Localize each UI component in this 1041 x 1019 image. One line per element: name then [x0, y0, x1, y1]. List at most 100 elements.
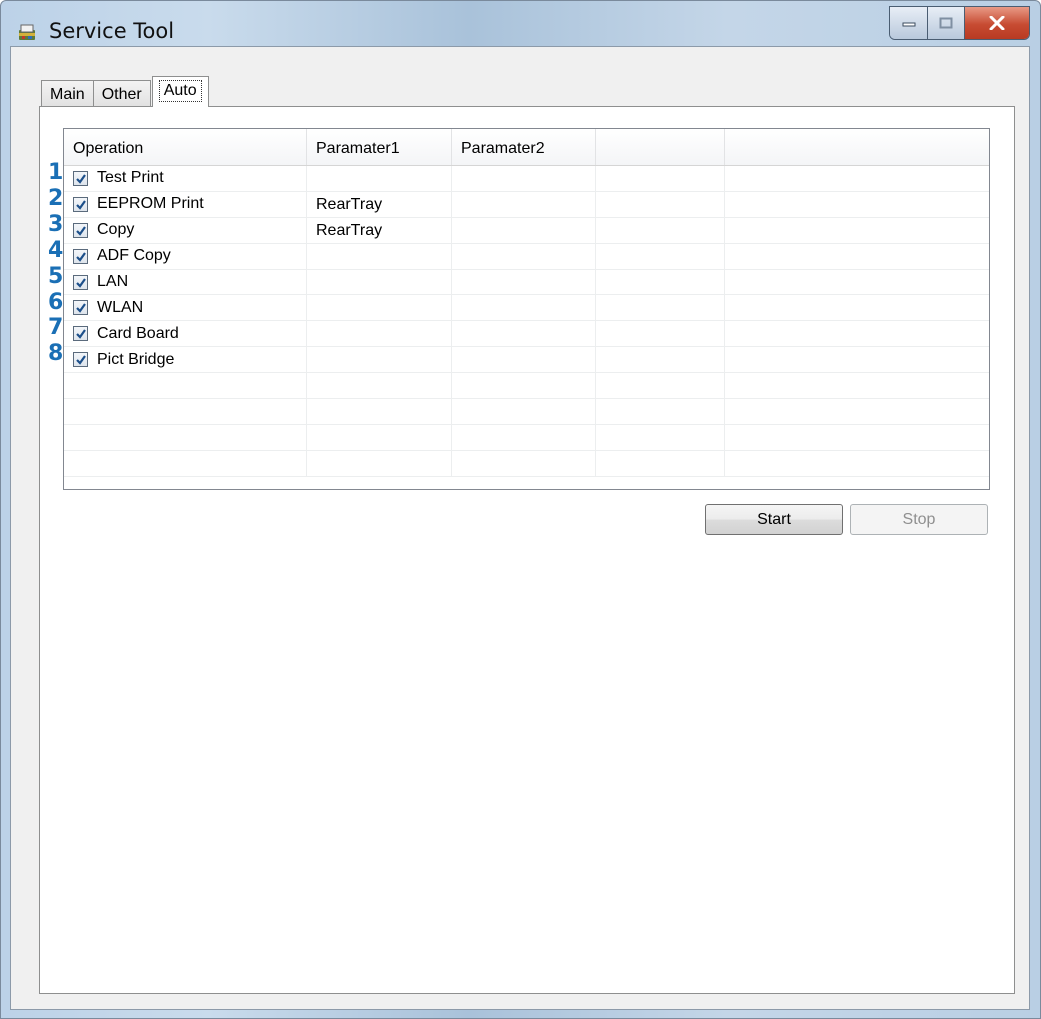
operation-label: Pict Bridge [97, 350, 175, 368]
operation-cell: Copy [64, 217, 307, 243]
row-checkbox[interactable] [73, 326, 88, 342]
column-header-paramater2[interactable]: Paramater2 [452, 129, 596, 165]
paramater1-cell [307, 424, 452, 450]
row-number-label: 3 [48, 211, 64, 237]
tab-strip: Main Other Auto [41, 76, 209, 107]
client-area: Main Other Auto Operation Paramater1 Par… [10, 46, 1030, 1010]
empty-row [64, 399, 989, 425]
empty-cell [725, 321, 989, 346]
table-row[interactable]: EEPROM Print RearTray [64, 191, 989, 218]
empty-cell [596, 243, 725, 269]
list-header: Operation Paramater1 Paramater2 [64, 129, 989, 166]
operation-cell [64, 373, 307, 399]
paramater2-cell [452, 191, 596, 217]
empty-cell [725, 399, 989, 424]
operation-label: EEPROM Print [97, 195, 204, 213]
operation-label: Copy [97, 221, 135, 239]
column-header-empty-2[interactable] [725, 129, 989, 165]
paramater1-cell [307, 373, 452, 399]
close-button[interactable] [965, 7, 1029, 39]
empty-cell [725, 218, 989, 243]
operation-label: ADF Copy [97, 247, 171, 265]
empty-cell [725, 451, 989, 476]
row-number-label: 7 [48, 315, 64, 341]
tab-main-label: Main [50, 86, 85, 103]
paramater2-cell [452, 166, 596, 191]
operation-cell [64, 424, 307, 450]
paramater1-cell: RearTray [307, 191, 452, 217]
table-row[interactable]: Card Board [64, 321, 989, 348]
table-row[interactable]: Pict Bridge [64, 347, 989, 374]
paramater1-cell [307, 166, 452, 191]
table-row[interactable]: Test Print [64, 166, 989, 192]
empty-cell [596, 424, 725, 450]
empty-cell [596, 347, 725, 373]
row-checkbox[interactable] [73, 300, 88, 316]
empty-row [64, 424, 989, 451]
app-icon[interactable] [16, 21, 38, 43]
minimize-button[interactable] [890, 7, 928, 39]
paramater2-cell [452, 295, 596, 321]
tab-main[interactable]: Main [41, 80, 94, 107]
tab-auto-label: Auto [158, 80, 202, 102]
operation-cell: LAN [64, 269, 307, 295]
column-header-empty-1[interactable] [596, 129, 725, 165]
row-number-label: 4 [48, 237, 64, 263]
check-icon [76, 355, 86, 365]
start-button[interactable]: Start [705, 504, 843, 535]
paramater1-cell [307, 269, 452, 295]
row-checkbox[interactable] [73, 274, 88, 290]
paramater2-cell [452, 217, 596, 243]
paramater1-cell [307, 399, 452, 424]
maximize-icon [939, 17, 953, 29]
paramater2-cell [452, 243, 596, 269]
empty-cell [725, 166, 989, 191]
empty-cell [725, 270, 989, 295]
row-checkbox[interactable] [73, 196, 88, 212]
service-tool-window: Service Tool Main Other Auto Operation P… [0, 0, 1041, 1019]
empty-row [64, 450, 989, 477]
paramater2-cell [452, 269, 596, 295]
paramater2-cell [452, 373, 596, 399]
empty-cell [596, 166, 725, 191]
empty-cell [596, 269, 725, 295]
empty-cell [725, 244, 989, 269]
row-number-label: 5 [48, 263, 64, 289]
row-checkbox[interactable] [73, 248, 88, 264]
empty-row [64, 373, 989, 400]
auto-tab-panel: Operation Paramater1 Paramater2 Test Pri… [39, 106, 1015, 994]
table-row[interactable]: Copy RearTray [64, 217, 989, 244]
empty-cell [725, 192, 989, 217]
operation-cell: Test Print [64, 166, 307, 191]
check-icon [76, 200, 86, 210]
operation-label: LAN [97, 273, 129, 291]
table-row[interactable]: WLAN [64, 295, 989, 322]
operation-cell: Pict Bridge [64, 347, 307, 373]
operation-cell: Card Board [64, 321, 307, 347]
paramater2-cell [452, 450, 596, 476]
empty-cell [725, 373, 989, 398]
maximize-button[interactable] [928, 7, 965, 39]
check-icon [76, 329, 86, 339]
operation-list[interactable]: Operation Paramater1 Paramater2 Test Pri… [63, 128, 990, 490]
check-icon [76, 277, 86, 288]
stop-button[interactable]: Stop [850, 504, 988, 535]
operation-label: Card Board [97, 324, 179, 342]
tab-other[interactable]: Other [92, 80, 151, 107]
row-checkbox[interactable] [73, 222, 88, 238]
close-icon [989, 16, 1005, 30]
tab-auto[interactable]: Auto [151, 76, 209, 107]
row-number-label: 2 [48, 185, 64, 211]
paramater1-cell [307, 321, 452, 347]
table-row[interactable]: ADF Copy [64, 243, 989, 270]
empty-cell [596, 321, 725, 347]
table-row[interactable]: LAN [64, 269, 989, 296]
window-title: Service Tool [49, 19, 175, 43]
empty-cell [596, 450, 725, 476]
column-header-paramater1[interactable]: Paramater1 [307, 129, 452, 165]
title-bar[interactable]: Service Tool [1, 1, 1040, 45]
row-checkbox[interactable] [73, 170, 88, 186]
column-header-operation[interactable]: Operation [64, 129, 307, 165]
row-checkbox[interactable] [73, 352, 88, 368]
check-icon [76, 226, 86, 236]
